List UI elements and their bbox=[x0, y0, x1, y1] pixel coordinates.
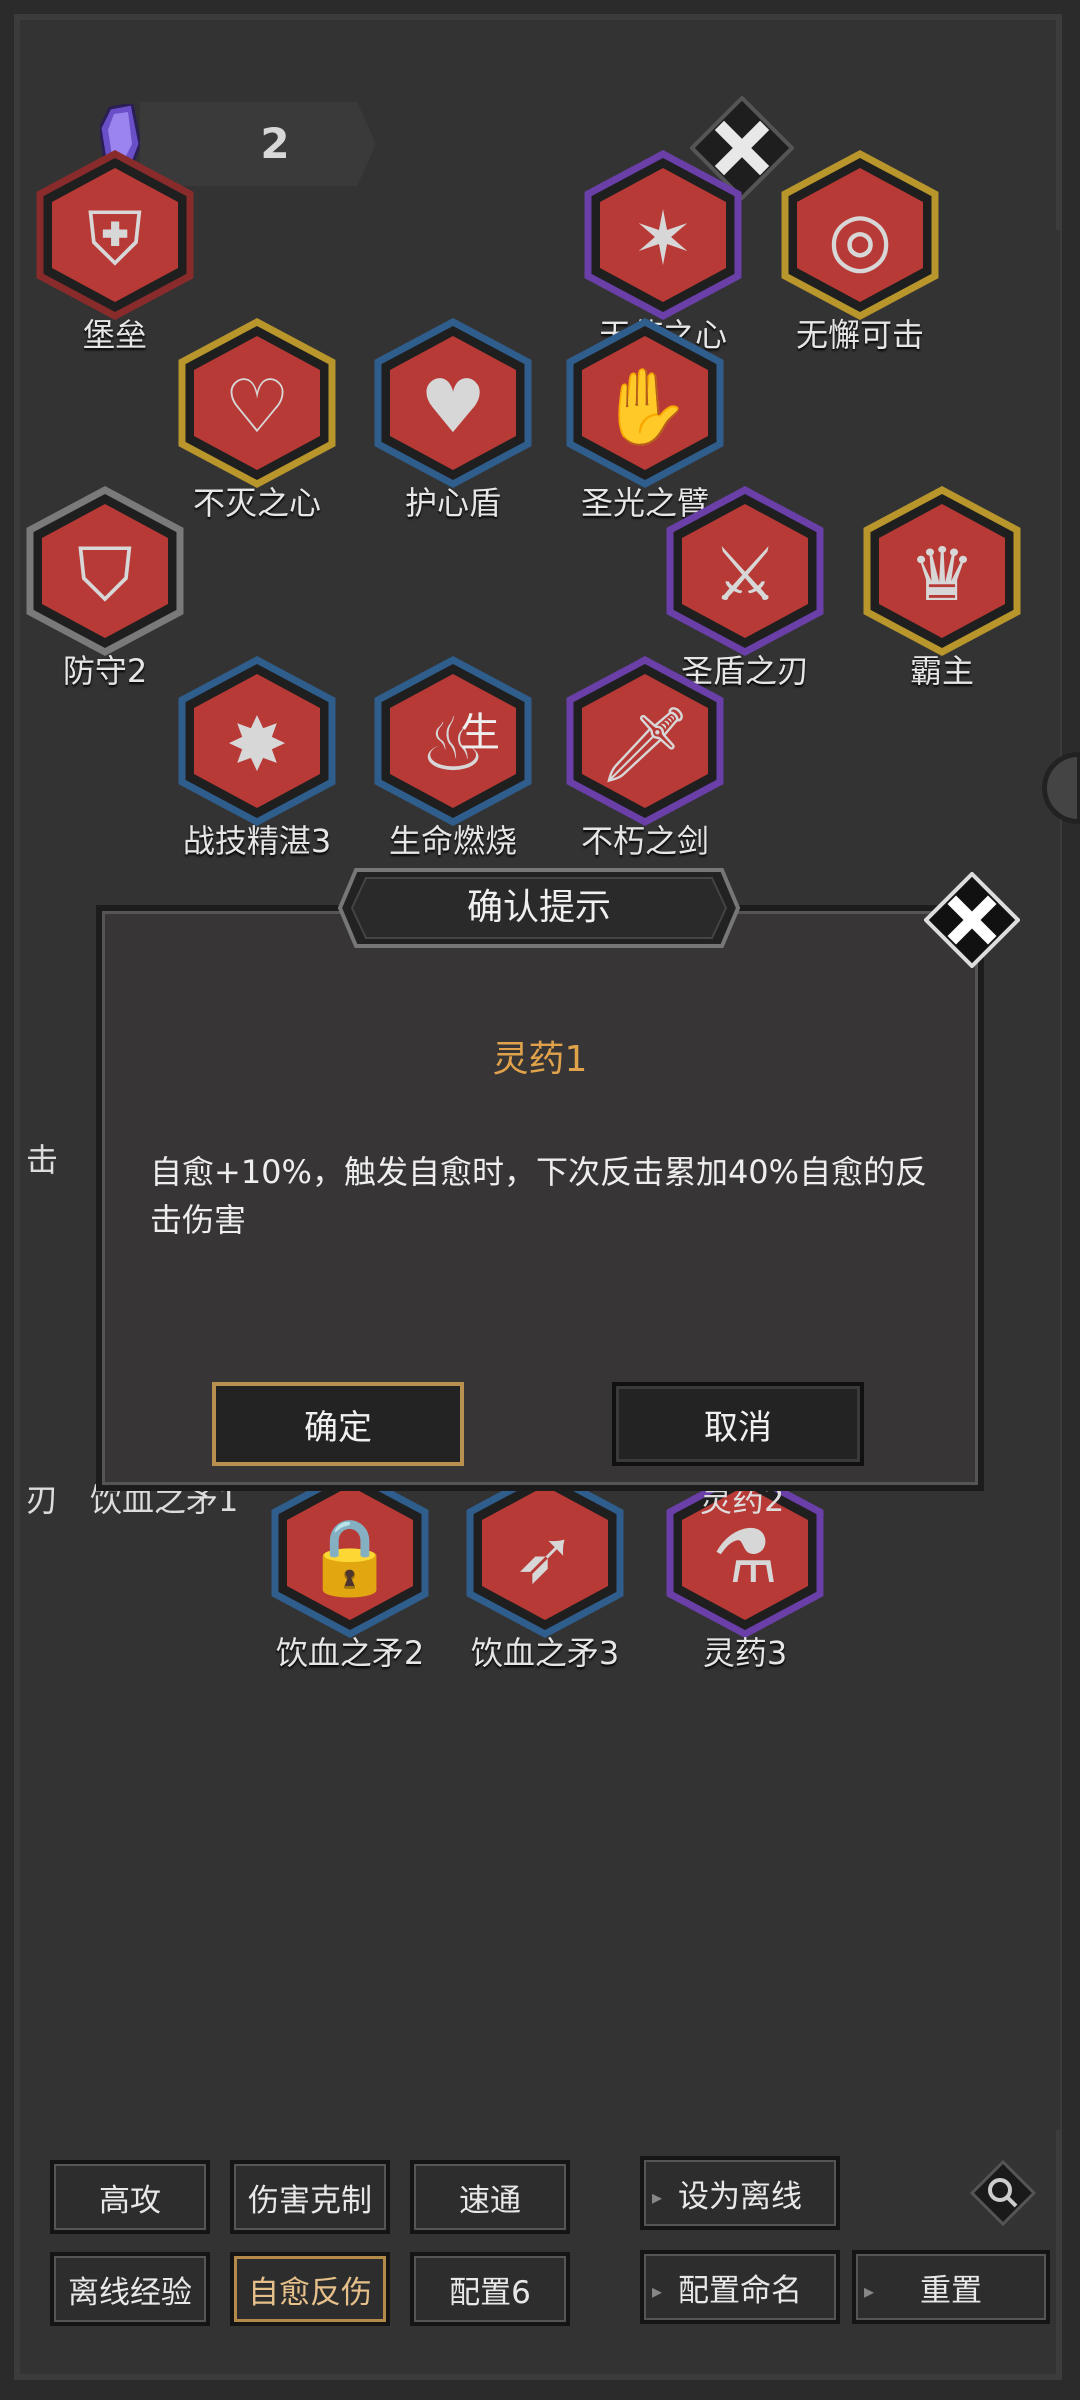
skill-node[interactable]: ➶ 饮血之矛3 bbox=[460, 1468, 630, 1672]
life-fire-icon: ♨ bbox=[419, 702, 487, 788]
cancel-button[interactable]: 取消 bbox=[612, 1382, 864, 1466]
armor-icon: ⛨ bbox=[87, 196, 143, 282]
heart-flame-icon: ♡ bbox=[223, 364, 291, 450]
reset-button[interactable]: 重置 bbox=[852, 2250, 1050, 2328]
spear-icon: ➶ bbox=[513, 1514, 576, 1600]
search-icon[interactable] bbox=[970, 2160, 1036, 2226]
preset-selfheal-button[interactable]: 自愈反伤 bbox=[230, 2252, 390, 2326]
skill-node[interactable]: ♨ 生生命燃烧 bbox=[368, 656, 538, 860]
locked-spears-icon: 🔒 bbox=[303, 1514, 397, 1600]
partial-label: 刃 bbox=[26, 1481, 59, 1519]
skill-node[interactable]: ⛉ 防守2 bbox=[20, 486, 190, 690]
shield-ring-icon: ◎ bbox=[827, 196, 893, 282]
skill-badge: 生 bbox=[460, 710, 500, 756]
skill-node[interactable]: ♥ 护心盾 bbox=[368, 318, 538, 522]
set-offline-button[interactable]: 设为离线 bbox=[640, 2156, 840, 2234]
dialog-title: 确认提示 bbox=[466, 887, 611, 928]
shield-sword-icon: ⚔ bbox=[711, 532, 779, 618]
close-icon[interactable] bbox=[924, 872, 1020, 968]
preset-offline-exp-button[interactable]: 离线经验 bbox=[50, 2252, 210, 2326]
preset-speedrun-button[interactable]: 速通 bbox=[410, 2160, 570, 2234]
skill-label: 不朽之剑 bbox=[580, 822, 709, 860]
item-name: 灵药1 bbox=[492, 1039, 588, 1080]
preset-damage-counter-button[interactable]: 伤害克制 bbox=[230, 2160, 390, 2234]
wings-icon: ✶ bbox=[631, 196, 694, 282]
skill-node[interactable]: ♛ 霸主 bbox=[857, 486, 1027, 690]
partial-label: 击 bbox=[26, 1141, 59, 1179]
sword-icon: 🗡 bbox=[598, 702, 692, 788]
skill-label: 无懈可击 bbox=[795, 316, 924, 354]
item-description: 自愈+10%，触发自愈时，下次反击累加40%自愈的反击伤害 bbox=[150, 1153, 928, 1239]
skill-node[interactable]: ◎ 无懈可击 bbox=[775, 150, 945, 354]
skill-node[interactable]: 🔒 饮血之矛2 bbox=[265, 1468, 435, 1672]
skill-node[interactable]: 🗡 不朽之剑 bbox=[560, 656, 730, 860]
skill-label: 霸主 bbox=[909, 652, 974, 690]
burst-icon: ✸ bbox=[225, 702, 288, 788]
hand-orb-icon: ✋ bbox=[598, 364, 692, 450]
preset-config6-button[interactable]: 配置6 bbox=[410, 2252, 570, 2326]
skill-node[interactable]: ♡ 不灭之心 bbox=[172, 318, 342, 522]
config-name-button[interactable]: 配置命名 bbox=[640, 2250, 840, 2328]
heart-shield-icon: ♥ bbox=[419, 364, 487, 450]
throne-icon: ♛ bbox=[908, 532, 976, 618]
skill-label: 灵药3 bbox=[702, 1634, 788, 1672]
round-shield-icon: ⛉ bbox=[77, 532, 133, 618]
preset-gaogong-button[interactable]: 高攻 bbox=[50, 2160, 210, 2234]
confirm-button[interactable]: 确定 bbox=[212, 1382, 464, 1466]
skill-node[interactable]: ✸ 战技精湛3 bbox=[172, 656, 342, 860]
